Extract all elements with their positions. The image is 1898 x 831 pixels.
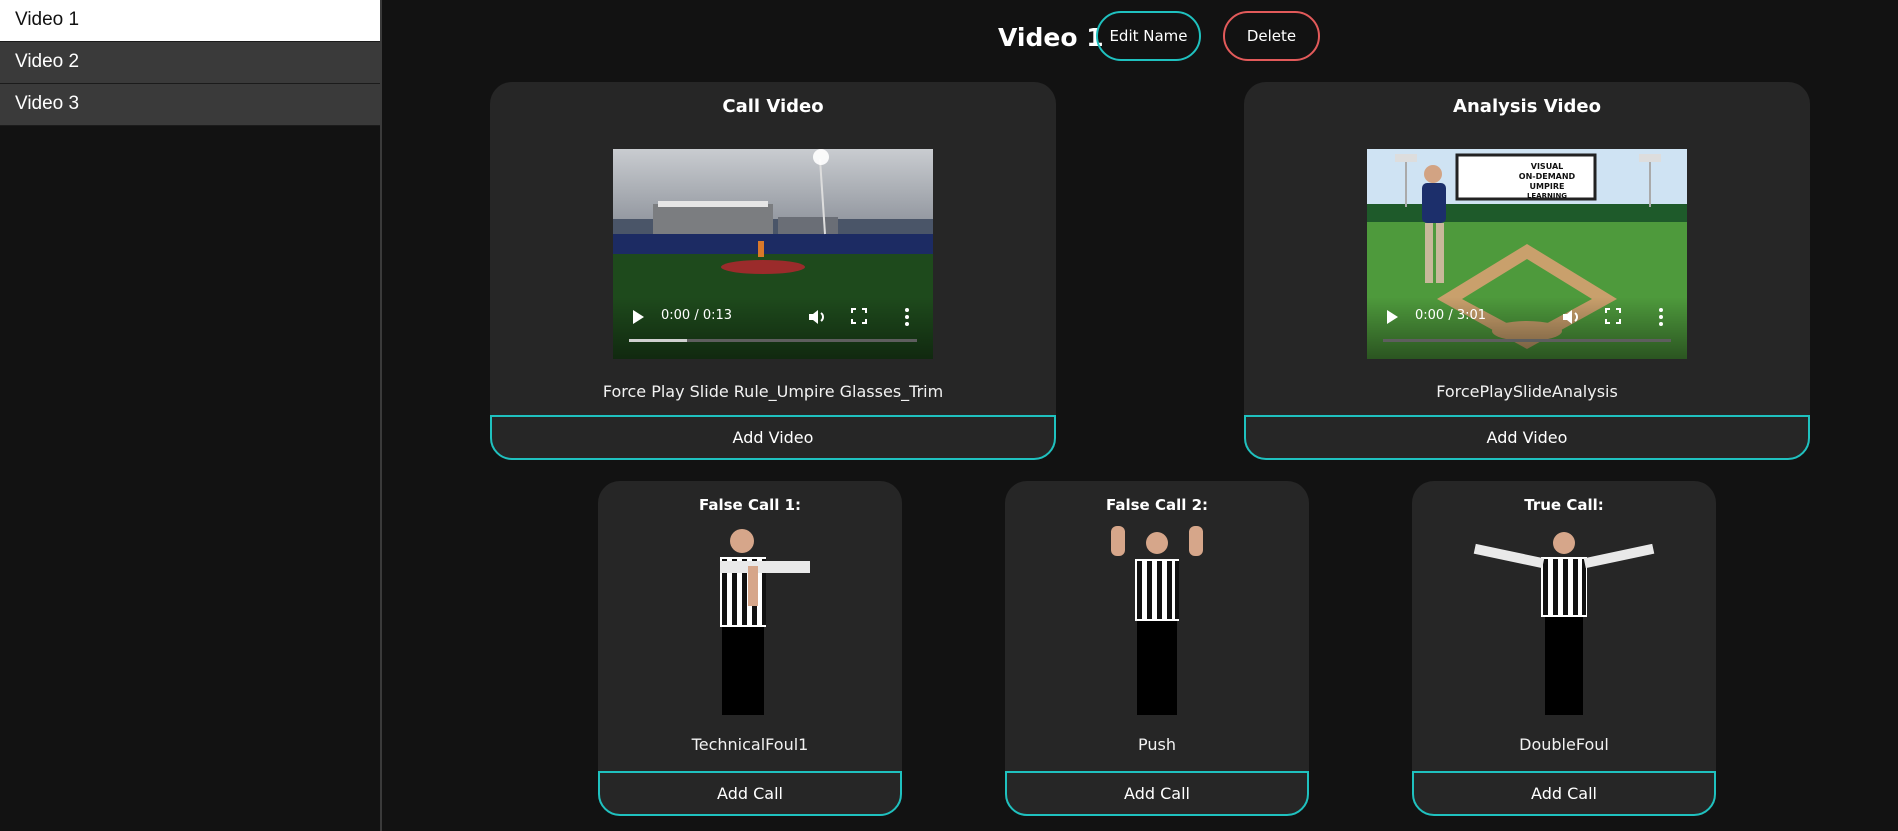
svg-text:ON-DEMAND: ON-DEMAND bbox=[1519, 172, 1576, 181]
page-title: Video 1 bbox=[998, 23, 1104, 52]
sidebar-item-video-2[interactable]: Video 2 bbox=[0, 42, 380, 84]
call-video-time: 0:00 / 0:13 bbox=[661, 308, 733, 323]
call-video-controls: 0:00 / 0:13 bbox=[613, 297, 933, 359]
analysis-video-time: 0:00 / 3:01 bbox=[1415, 308, 1487, 323]
more-options-icon[interactable] bbox=[904, 306, 910, 328]
add-call-video-button[interactable]: Add Video bbox=[490, 415, 1056, 460]
technical-foul-referee-image bbox=[720, 529, 810, 715]
call-video-progress-bar[interactable] bbox=[629, 339, 917, 342]
svg-text:UMPIRE: UMPIRE bbox=[1530, 182, 1565, 191]
volume-icon[interactable] bbox=[1560, 306, 1582, 328]
sidebar: Video 1 Video 2 Video 3 bbox=[0, 0, 382, 831]
analysis-video-progress-bar[interactable] bbox=[1383, 339, 1671, 342]
true-call-title: True Call: bbox=[1524, 496, 1604, 514]
false-call-2-caption: Push bbox=[1138, 735, 1176, 754]
false-call-1-card: False Call 1: TechnicalFoul1 Add Call bbox=[598, 481, 902, 816]
false-call-1-title: False Call 1: bbox=[698, 496, 802, 514]
analysis-video-player[interactable]: VISUAL ON-DEMAND UMPIRE LEARNING 0:00 / … bbox=[1367, 149, 1687, 359]
svg-text:LEARNING: LEARNING bbox=[1527, 192, 1567, 200]
delete-button[interactable]: Delete bbox=[1223, 11, 1320, 61]
true-call-caption: DoubleFoul bbox=[1519, 735, 1609, 754]
add-false-call-2-button[interactable]: Add Call bbox=[1005, 771, 1309, 816]
svg-text:VISUAL: VISUAL bbox=[1531, 162, 1563, 171]
analysis-video-title: Analysis Video bbox=[1453, 96, 1601, 117]
fullscreen-icon[interactable] bbox=[1605, 308, 1621, 324]
add-analysis-video-button[interactable]: Add Video bbox=[1244, 415, 1810, 460]
add-false-call-1-button[interactable]: Add Call bbox=[598, 771, 902, 816]
call-video-caption: Force Play Slide Rule_Umpire Glasses_Tri… bbox=[602, 382, 944, 401]
more-options-icon[interactable] bbox=[1658, 306, 1664, 328]
edit-name-button[interactable]: Edit Name bbox=[1096, 11, 1201, 61]
analysis-video-caption: ForcePlaySlideAnalysis bbox=[1436, 382, 1618, 401]
call-video-progress-fill bbox=[629, 339, 687, 342]
analysis-video-controls: 0:00 / 3:01 bbox=[1367, 297, 1687, 359]
main-content: Video 1 Edit Name Delete Call Video 0:00… bbox=[384, 0, 1898, 831]
add-true-call-button[interactable]: Add Call bbox=[1412, 771, 1716, 816]
false-call-2-title: False Call 2: bbox=[1105, 496, 1209, 514]
true-call-card: True Call: DoubleFoul Add Call bbox=[1412, 481, 1716, 816]
analysis-video-card: Analysis Video VISUAL ON-DEMAND UMPIRE L… bbox=[1244, 82, 1810, 460]
call-video-player[interactable]: 0:00 / 0:13 bbox=[613, 149, 933, 359]
play-icon[interactable] bbox=[633, 310, 644, 324]
fullscreen-icon[interactable] bbox=[851, 308, 867, 324]
false-call-1-caption: TechnicalFoul1 bbox=[691, 735, 809, 754]
double-foul-referee-image bbox=[1473, 532, 1655, 715]
call-video-title: Call Video bbox=[722, 96, 824, 117]
play-icon[interactable] bbox=[1387, 310, 1398, 324]
volume-icon[interactable] bbox=[806, 306, 828, 328]
false-call-2-card: False Call 2: Push Add Call bbox=[1005, 481, 1309, 816]
push-referee-image bbox=[1111, 526, 1203, 715]
call-video-card: Call Video 0:00 / 0:13 Force Play Slide … bbox=[490, 82, 1056, 460]
sidebar-item-video-3[interactable]: Video 3 bbox=[0, 84, 380, 126]
sidebar-item-video-1[interactable]: Video 1 bbox=[0, 0, 380, 42]
header: Video 1 Edit Name Delete bbox=[384, 11, 1898, 61]
